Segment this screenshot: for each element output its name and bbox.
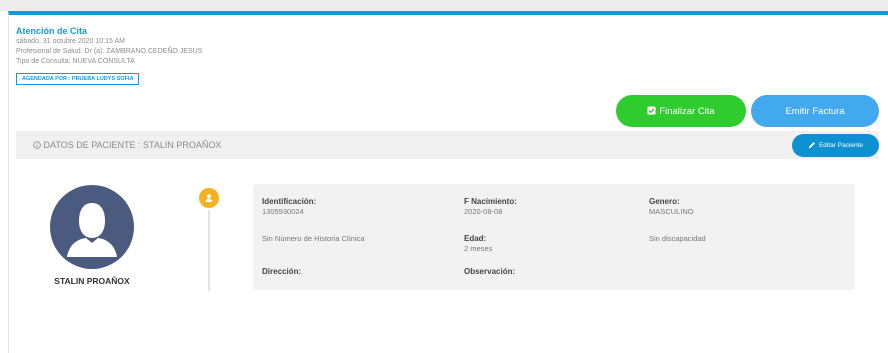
patient-avatar-name: STALIN PROAÑOX: [54, 276, 130, 286]
direccion-label: Dirección:: [262, 267, 302, 276]
genero-label: Genero:: [649, 197, 680, 206]
finalizar-cita-label: Finalizar Cita: [659, 105, 715, 117]
editar-paciente-label: Editar Paciente: [818, 142, 864, 149]
observacion-label: Observación:: [464, 267, 516, 276]
patient-data-title: DATOS DE PACIENTE : STALIN PROAÑOX: [33, 140, 221, 151]
direccion-field: Dirección:: [262, 267, 301, 277]
emitir-factura-button[interactable]: Emitir Factura: [751, 95, 879, 127]
appointment-professional: Profesional de Salud: Dr (a). ZAMBRANO C…: [16, 48, 203, 55]
discapacidad-field: Sin discapacidad: [649, 234, 706, 244]
appointment-header: Atención de Cita sábado, 31 octubre 2020…: [16, 26, 202, 85]
nacimiento-field: F Nacimiento: 2020-08-08: [464, 197, 517, 217]
scheduled-by-badge: AGENDADA POR : PRUEBA LUDYS SOFIA: [16, 73, 140, 85]
appointment-consult-type: Tipo de Consulta: NUEVA CONSULTA: [16, 58, 135, 65]
timeline-user-dot: [197, 186, 221, 210]
appointment-datetime: sábado, 31 octubre 2020 10:15 AM: [16, 38, 125, 45]
patient-data-bar: DATOS DE PACIENTE : STALIN PROAÑOX: [16, 131, 879, 159]
check-square-icon: [647, 105, 656, 117]
discapacidad-value: Sin discapacidad: [649, 234, 706, 243]
genero-value: MASCULINO: [649, 207, 694, 216]
nacimiento-value: 2020-08-08: [464, 207, 503, 216]
nacimiento-label: F Nacimiento:: [464, 197, 517, 206]
edad-label: Edad:: [464, 234, 487, 243]
user-icon: [205, 194, 213, 202]
avatar-silhouette-icon: [67, 203, 117, 257]
edad-field: Edad: 2 meses: [464, 234, 492, 254]
finalizar-cita-button[interactable]: Finalizar Cita: [616, 95, 746, 127]
identificacion-field: Identificación: 1305930024: [262, 197, 316, 217]
info-circle-icon: [33, 140, 44, 150]
historia-clinica-value: Sin Número de Historia Clínica: [262, 234, 365, 243]
genero-field: Genero: MASCULINO: [649, 197, 694, 217]
identificacion-label: Identificación:: [262, 197, 317, 206]
timeline-line: [208, 205, 210, 291]
historia-clinica-field: Sin Número de Historia Clínica: [262, 234, 365, 244]
editar-paciente-button[interactable]: Editar Paciente: [792, 134, 879, 157]
edad-value: 2 meses: [464, 244, 493, 253]
observacion-field: Observación:: [464, 267, 515, 277]
top-bar: [0, 0, 888, 11]
emitir-factura-label: Emitir Factura: [785, 105, 845, 117]
patient-info-panel: Identificación: 1305930024 F Nacimiento:…: [253, 184, 855, 290]
patient-data-label: DATOS DE PACIENTE : STALIN PROAÑOX: [43, 140, 222, 150]
identificacion-value: 1305930024: [262, 207, 304, 216]
patient-avatar: [50, 185, 134, 269]
pencil-icon: [808, 141, 816, 151]
appointment-title: Atención de Cita: [16, 26, 88, 36]
